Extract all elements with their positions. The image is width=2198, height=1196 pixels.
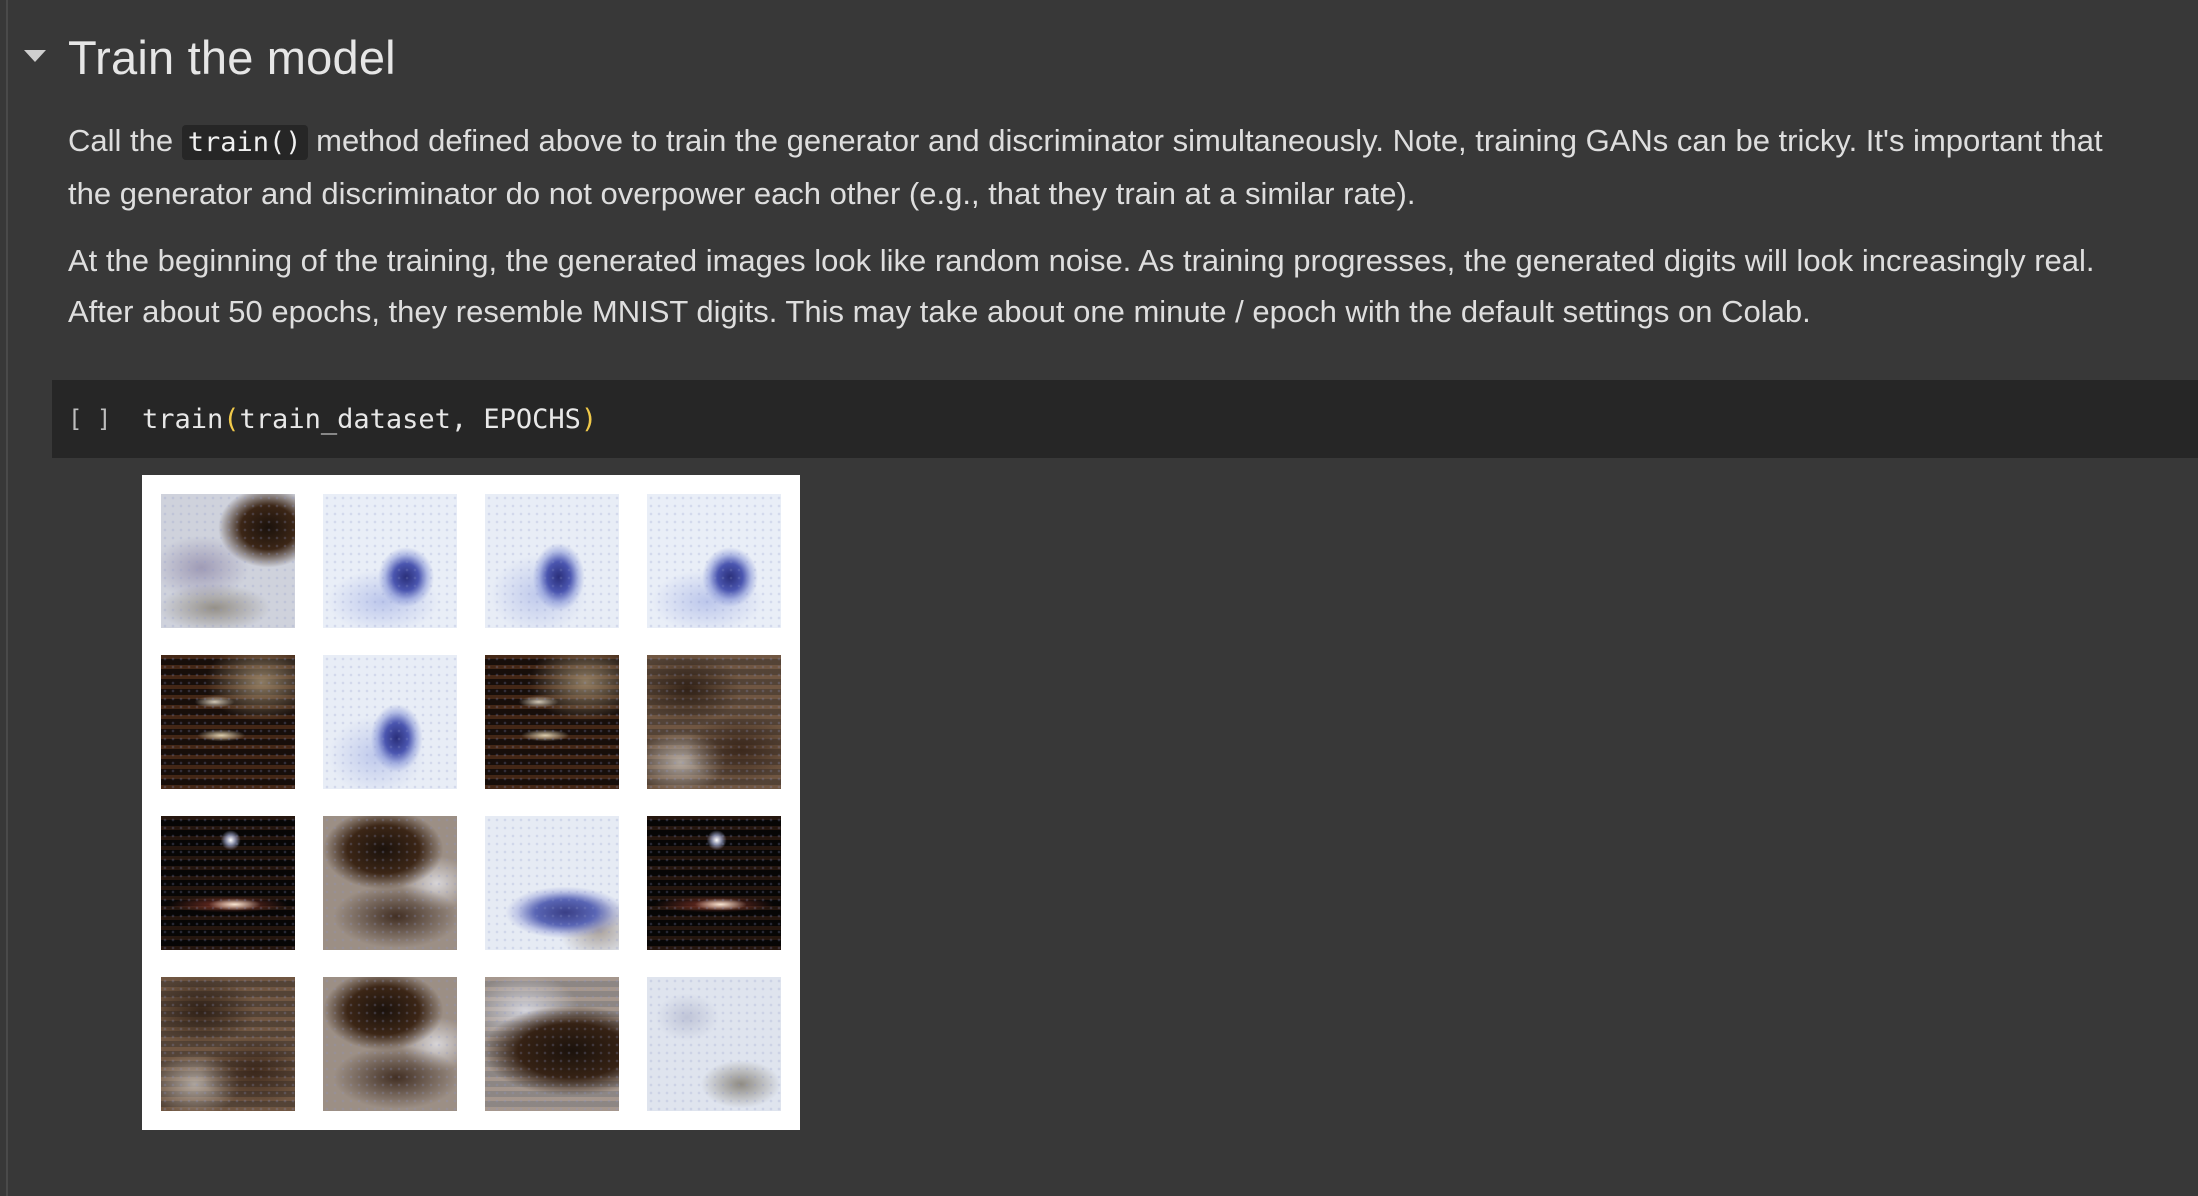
code-cell[interactable]: [ ] train(train_dataset, EPOCHS) (52, 380, 2198, 458)
section-header: Train the model (20, 22, 396, 92)
generated-image (647, 816, 781, 950)
generated-image (323, 494, 457, 628)
paragraph-2: At the beginning of the training, the ge… (68, 243, 2095, 329)
generated-image (647, 655, 781, 789)
generated-image (161, 655, 295, 789)
code-close-paren: ) (580, 403, 598, 435)
generated-image (161, 816, 295, 950)
generated-image (485, 977, 619, 1111)
code-open-paren: ( (223, 403, 240, 435)
text-cell[interactable]: Call the train() method defined above to… (68, 115, 2118, 353)
generated-image (647, 977, 781, 1111)
generated-image-grid (161, 494, 781, 1111)
generated-image (161, 494, 295, 628)
paragraph-1-start: Call the (68, 123, 182, 158)
generated-image (323, 655, 457, 789)
generated-image (323, 816, 457, 950)
cell-rail (6, 0, 8, 1196)
cell-output (142, 475, 800, 1130)
generated-image (485, 816, 619, 950)
code-function: train (142, 403, 224, 435)
generated-image (485, 494, 619, 628)
run-cell-button[interactable]: [ ] (68, 405, 128, 433)
caret-down-shape (24, 50, 46, 62)
inline-code: train() (181, 125, 308, 160)
generated-image (323, 977, 457, 1111)
section-title: Train the model (68, 30, 396, 84)
generated-image (485, 655, 619, 789)
generated-image (161, 977, 295, 1111)
code-line[interactable]: train(train_dataset, EPOCHS) (142, 404, 597, 435)
code-args: train_dataset, EPOCHS (239, 403, 581, 435)
notebook: Train the model Call the train() method … (0, 0, 2198, 1196)
paragraph-1-end: method defined above to train the genera… (68, 123, 2103, 211)
caret-down-icon[interactable] (20, 42, 50, 72)
paragraph-1: Call the train() method defined above to… (68, 115, 2118, 219)
generated-image (647, 494, 781, 628)
